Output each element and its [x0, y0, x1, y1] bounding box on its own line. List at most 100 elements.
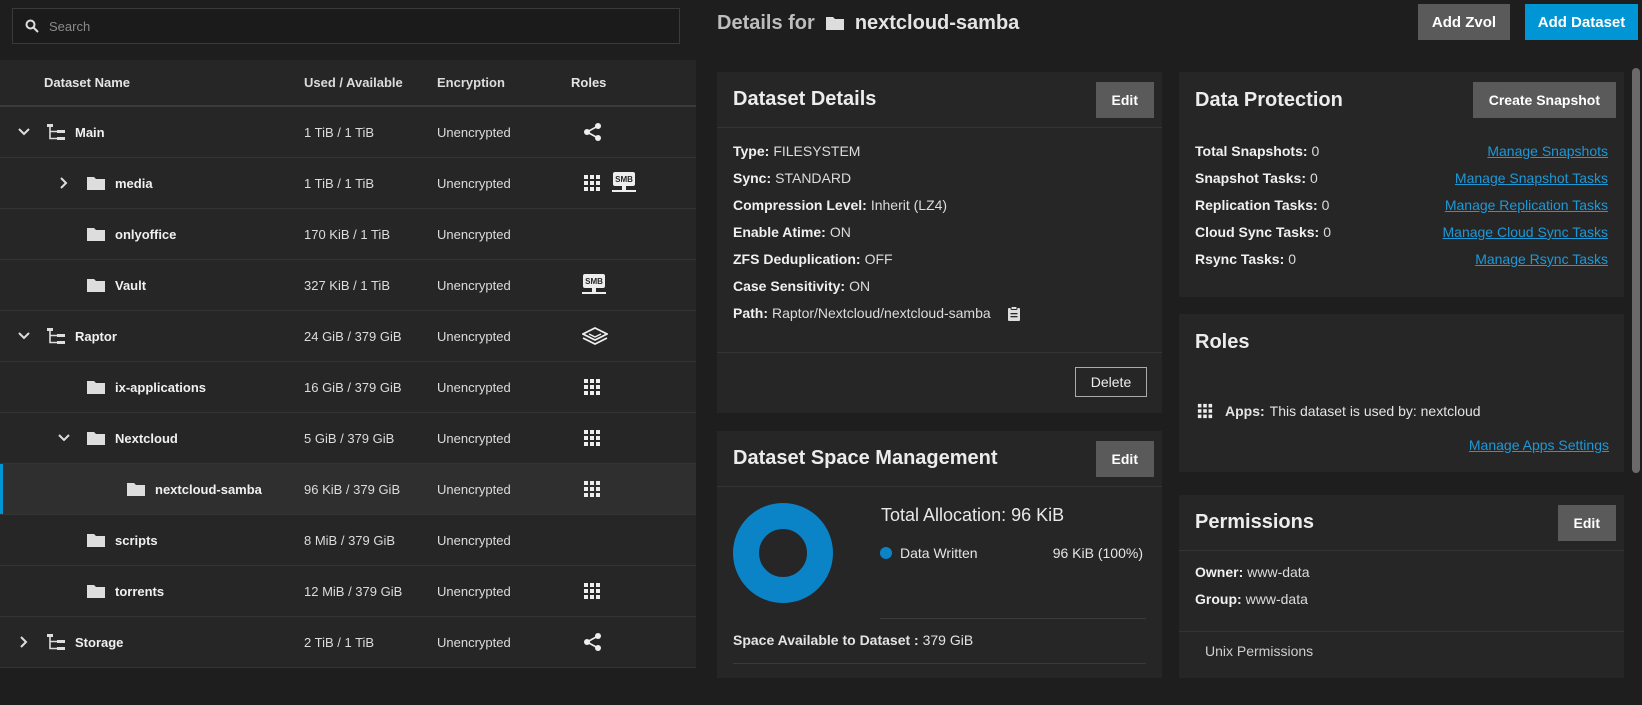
chevron-right-icon[interactable]	[56, 175, 72, 191]
add-zvol-button[interactable]: Add Zvol	[1418, 4, 1510, 40]
used-available: 8 MiB / 379 GiB	[304, 532, 396, 548]
add-dataset-button[interactable]: Add Dataset	[1525, 4, 1638, 40]
edit-permissions-button[interactable]: Edit	[1557, 504, 1616, 541]
manage-snapshots-link[interactable]: Manage Snapshots	[1487, 138, 1608, 165]
manage-snapshot-tasks-link[interactable]: Manage Snapshot Tasks	[1455, 165, 1608, 192]
snapshot-tasks: Snapshot Tasks: 0 Manage Snapshot Tasks	[1195, 165, 1608, 192]
search-input[interactable]	[49, 18, 679, 34]
apps-grid-icon	[583, 378, 601, 396]
table-row[interactable]: onlyoffice 170 KiB / 1 TiB Unencrypted	[0, 209, 696, 260]
used-available: 327 KiB / 1 TiB	[304, 277, 390, 293]
dataset-details-card: Dataset Details Edit Type: FILESYSTEM Syn…	[717, 72, 1162, 413]
manage-replication-tasks-link[interactable]: Manage Replication Tasks	[1445, 192, 1608, 219]
pool-tree-icon	[46, 123, 66, 141]
dataset-name: Raptor	[75, 328, 117, 344]
system-dataset-icon	[582, 327, 608, 345]
table-row[interactable]: scripts 8 MiB / 379 GiB Unencrypted	[0, 515, 696, 566]
table-header: Dataset Name Used / Available Encryption…	[0, 60, 696, 107]
dataset-tree-pane: Dataset Name Used / Available Encryption…	[0, 0, 696, 705]
encryption-status: Unencrypted	[437, 430, 511, 446]
table-row[interactable]: Storage 2 TiB / 1 TiB Unencrypted	[0, 617, 696, 668]
folder-icon	[86, 532, 106, 548]
table-row[interactable]: Raptor 24 GiB / 379 GiB Unencrypted	[0, 311, 696, 362]
create-snapshot-button[interactable]: Create Snapshot	[1472, 82, 1616, 118]
cloud-sync-tasks: Cloud Sync Tasks: 0 Manage Cloud Sync Task…	[1195, 219, 1608, 246]
rsync-tasks: Rsync Tasks: 0 Manage Rsync Tasks	[1195, 246, 1608, 273]
chevron-right-icon[interactable]	[16, 634, 32, 650]
group: Group: www-data	[1195, 591, 1308, 607]
detail-dedup: ZFS Deduplication: OFF	[733, 251, 893, 267]
chevron-down-icon[interactable]	[56, 430, 72, 446]
manage-rsync-tasks-link[interactable]: Manage Rsync Tasks	[1475, 246, 1608, 273]
title-prefix: Details for	[717, 11, 815, 34]
detail-compression: Compression Level: Inherit (LZ4)	[733, 197, 948, 213]
table-row[interactable]: Nextcloud 5 GiB / 379 GiB Unencrypted	[0, 413, 696, 464]
details-pane: Details for nextcloud-samba Add Zvol Add…	[700, 0, 1642, 705]
used-available: 170 KiB / 1 TiB	[304, 226, 390, 242]
table-row-selected[interactable]: nextcloud-samba 96 KiB / 379 GiB Unencry…	[0, 464, 696, 515]
dataset-name: nextcloud-samba	[155, 481, 262, 497]
encryption-status: Unencrypted	[437, 481, 511, 497]
col-dataset-name[interactable]: Dataset Name	[0, 60, 304, 105]
dataset-table: Dataset Name Used / Available Encryption…	[0, 60, 696, 668]
encryption-status: Unencrypted	[437, 583, 511, 599]
col-used-available[interactable]: Used / Available	[304, 75, 437, 90]
apps-grid-icon	[583, 429, 601, 447]
table-row[interactable]: Main 1 TiB / 1 TiB Unencrypted	[0, 107, 696, 158]
dataset-name: Storage	[75, 634, 124, 650]
folder-icon	[126, 481, 146, 497]
pool-tree-icon	[46, 633, 66, 651]
space-donut-chart	[733, 503, 833, 603]
encryption-status: Unencrypted	[437, 277, 511, 293]
delete-button[interactable]: Delete	[1075, 367, 1147, 397]
used-available: 12 MiB / 379 GiB	[304, 583, 403, 599]
card-title: Roles	[1195, 330, 1250, 353]
owner: Owner: www-data	[1195, 564, 1310, 580]
manage-cloud-sync-tasks-link[interactable]: Manage Cloud Sync Tasks	[1443, 219, 1609, 246]
total-allocation: Total Allocation: 96 KiB	[881, 505, 1065, 525]
roles-card: Roles Apps: This dataset is used by: next…	[1179, 314, 1624, 472]
data-protection-card: Data Protection Create Snapshot Total Sn…	[1179, 72, 1624, 297]
edit-details-button[interactable]: Edit	[1095, 81, 1154, 118]
dataset-name: Main	[75, 124, 105, 140]
table-row[interactable]: torrents 12 MiB / 379 GiB Unencrypted	[0, 566, 696, 617]
encryption-status: Unencrypted	[437, 532, 511, 548]
space-available: Space Available to Dataset : 379 GiB	[733, 632, 974, 648]
chevron-down-icon[interactable]	[16, 124, 32, 140]
encryption-status: Unencrypted	[437, 379, 511, 395]
folder-icon	[86, 277, 106, 293]
card-title: Dataset Details	[733, 88, 877, 110]
encryption-status: Unencrypted	[437, 124, 511, 140]
total-snapshots: Total Snapshots: 0 Manage Snapshots	[1195, 138, 1608, 165]
used-available: 16 GiB / 379 GiB	[304, 379, 402, 395]
col-roles[interactable]: Roles	[571, 75, 696, 90]
folder-icon	[86, 430, 106, 446]
encryption-status: Unencrypted	[437, 634, 511, 650]
dataset-name: Nextcloud	[115, 430, 178, 446]
card-title: Data Protection	[1195, 88, 1343, 111]
folder-icon	[86, 583, 106, 599]
search-box[interactable]	[12, 8, 680, 44]
manage-apps-settings-link[interactable]: Manage Apps Settings	[1469, 437, 1609, 453]
unix-permissions-label: Unix Permissions	[1205, 643, 1314, 659]
smb-share-icon: SMB	[611, 171, 637, 195]
edit-space-button[interactable]: Edit	[1095, 440, 1154, 477]
encryption-status: Unencrypted	[437, 328, 511, 344]
folder-icon	[86, 226, 106, 242]
smb-share-icon: SMB	[581, 273, 607, 297]
folder-icon	[825, 15, 845, 31]
table-row[interactable]: ix-applications 16 GiB / 379 GiB Unencry…	[0, 362, 696, 413]
used-available: 96 KiB / 379 GiB	[304, 481, 401, 497]
table-row[interactable]: Vault 327 KiB / 1 TiB Unencrypted SMB	[0, 260, 696, 311]
chevron-down-icon[interactable]	[16, 328, 32, 344]
col-encryption[interactable]: Encryption	[437, 75, 571, 90]
share-icon	[583, 632, 603, 652]
table-row[interactable]: media 1 TiB / 1 TiB Unencrypted SMB	[0, 158, 696, 209]
clipboard-icon[interactable]	[1007, 305, 1021, 322]
detail-sync: Sync: STANDARD	[733, 170, 852, 186]
dataset-name: onlyoffice	[115, 226, 177, 242]
apps-role: Apps: This dataset is used by: nextcloud	[1197, 403, 1481, 419]
page-title: Details for nextcloud-samba	[717, 10, 1019, 36]
dataset-name: media	[115, 175, 153, 191]
scrollbar[interactable]	[1632, 68, 1640, 473]
